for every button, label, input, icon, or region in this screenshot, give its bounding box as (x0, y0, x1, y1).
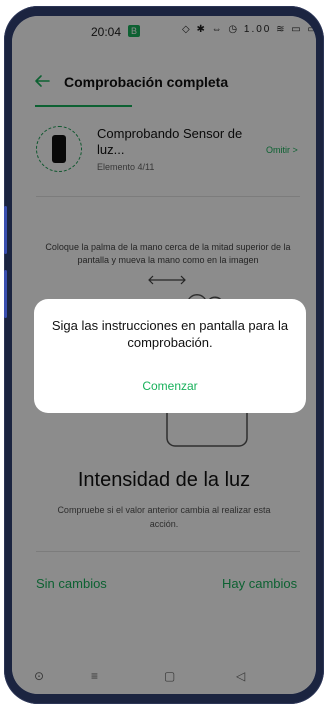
instruction-dialog: Siga las instrucciones en pantalla para … (34, 299, 306, 413)
screen: 20:04 B ◇ ✱ ⇔ ◷ 1.00 ≋ ▭ ▭ Comprobación … (12, 16, 316, 694)
power-button (4, 270, 7, 318)
dialog-message: Siga las instrucciones en pantalla para … (51, 318, 289, 350)
start-button[interactable]: Comenzar (120, 379, 220, 393)
volume-button (4, 206, 7, 254)
